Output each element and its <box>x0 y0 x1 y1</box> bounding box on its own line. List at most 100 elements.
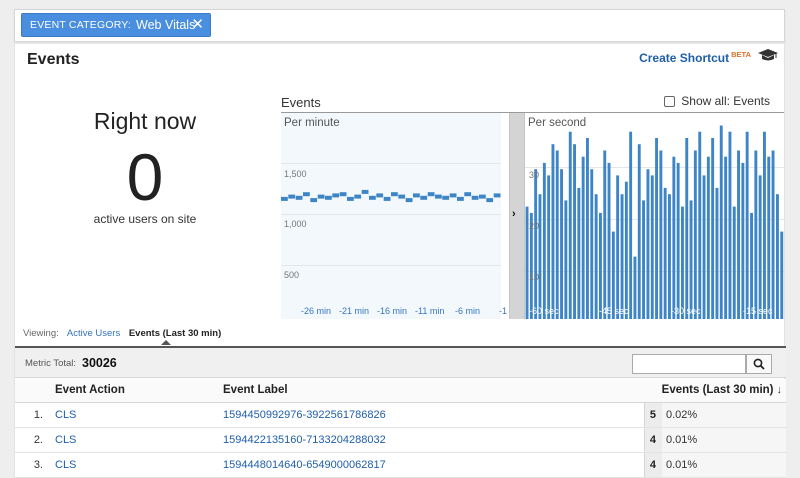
event-label-text[interactable]: 1594450992976-3922561786826 <box>223 409 386 421</box>
per-minute-point <box>464 192 472 197</box>
per-second-bar <box>663 187 667 319</box>
create-shortcut-link[interactable]: Create Shortcut BETA <box>639 50 751 65</box>
row-index: 3. <box>15 452 43 478</box>
per-minute-point <box>383 196 391 201</box>
search-button[interactable] <box>746 354 772 374</box>
per-second-bar <box>586 138 589 319</box>
per-second-bar <box>534 169 538 319</box>
per-second-bar <box>551 144 555 319</box>
event-action-link[interactable]: CLS <box>43 427 219 453</box>
active-users-option[interactable]: Active Users <box>67 328 120 339</box>
per-second-bar <box>685 138 689 319</box>
per-minute-point <box>332 193 340 198</box>
header-event-action[interactable]: Event Action <box>43 379 219 403</box>
events-section-label: Events <box>281 95 321 110</box>
filter-key: EVENT CATEGORY: <box>30 19 132 31</box>
x-tick-label: -16 min <box>377 306 408 316</box>
row-index: 1. <box>15 402 43 428</box>
table-row: 2. CLS 1594422135160-7133204288032 4 0.01% <box>15 427 786 453</box>
per-second-bar <box>629 131 633 319</box>
table-row: 3. CLS 1594448014640-6549000062817 4 0.01% <box>15 452 786 478</box>
main-panel: Events Create Shortcut BETA Right now 0 a… <box>14 44 786 478</box>
event-action-link[interactable]: CLS <box>43 452 219 478</box>
event-percent: 0.01% <box>662 452 786 478</box>
metric-total-value: 30026 <box>82 356 117 370</box>
per-second-bar <box>741 162 745 319</box>
per-second-bar <box>655 138 658 319</box>
per-minute-point <box>420 195 428 200</box>
per-minute-point <box>442 195 450 200</box>
per-second-bar <box>711 138 715 319</box>
beta-badge: BETA <box>731 50 751 59</box>
event-count: 5 <box>643 402 662 428</box>
event-action-text[interactable]: CLS <box>55 434 76 446</box>
per-second-bar <box>581 156 585 319</box>
per-second-bar <box>702 175 706 319</box>
per-second-bar <box>547 175 551 319</box>
event-percent: 0.01% <box>662 427 786 453</box>
header-events-label: Events (Last 30 min) <box>661 384 774 397</box>
filter-chip[interactable]: EVENT CATEGORY: Web Vitals ✕ <box>21 13 211 37</box>
per-second-bar <box>754 150 758 319</box>
active-tab-caret <box>161 340 171 345</box>
filter-value: Web Vitals <box>136 18 196 32</box>
close-icon[interactable]: ✕ <box>191 16 204 34</box>
graduation-cap-icon[interactable] <box>758 48 778 62</box>
per-second-bar <box>750 212 753 319</box>
per-minute-point <box>303 192 310 197</box>
event-label-link[interactable]: 1594450992976-3922561786826 <box>219 402 644 428</box>
per-minute-point <box>339 192 347 197</box>
show-all-checkbox[interactable] <box>664 95 676 107</box>
event-action-link[interactable]: CLS <box>43 402 219 428</box>
per-second-bar <box>758 175 762 319</box>
header-events-count[interactable]: Events (Last 30 min) ↓ <box>644 379 786 403</box>
x-tick-label: -26 min <box>301 306 332 316</box>
x-tick-label: -15 sec <box>743 306 773 316</box>
per-second-bar <box>715 187 719 319</box>
per-second-bar <box>607 162 611 319</box>
per-minute-point <box>486 198 494 203</box>
per-second-bar <box>771 150 775 319</box>
event-label-text[interactable]: 1594422135160-7133204288032 <box>223 434 386 446</box>
x-tick-label: -30 sec <box>671 306 701 316</box>
y-tick-label: 20 <box>529 221 540 231</box>
header-event-label[interactable]: Event Label <box>219 379 644 403</box>
event-label-text[interactable]: 1594448014640-6549000062817 <box>223 459 386 471</box>
event-action-text[interactable]: CLS <box>55 459 76 471</box>
per-second-bar <box>603 150 607 319</box>
per-second-bar <box>573 144 576 319</box>
per-minute-point <box>354 194 362 199</box>
metric-bar: Metric Total: 30026 <box>15 346 786 378</box>
per-second-bar <box>732 206 736 319</box>
event-action-text[interactable]: CLS <box>55 409 76 421</box>
per-second-bar <box>724 156 728 319</box>
per-second-bar <box>633 256 637 319</box>
y-tick-label: 10 <box>529 272 540 282</box>
viewing-selector: Viewing: Active Users Events (Last 30 mi… <box>23 328 227 339</box>
per-minute-point <box>435 194 442 199</box>
table-header-row: Event Action Event Label Events (Last 30… <box>15 379 786 403</box>
event-label-link[interactable]: 1594422135160-7133204288032 <box>219 427 644 453</box>
per-minute-point <box>405 198 413 203</box>
active-users-count: 0 <box>126 140 164 214</box>
per-second-bar <box>642 200 645 319</box>
per-second-bar <box>620 194 624 319</box>
per-minute-point <box>493 193 501 198</box>
filter-bar: EVENT CATEGORY: Web Vitals ✕ <box>14 9 785 42</box>
per-second-bar <box>763 131 766 319</box>
sort-down-icon: ↓ <box>776 384 783 397</box>
per-second-bar <box>681 206 684 319</box>
per-second-bar <box>698 131 702 319</box>
per-minute-plot <box>281 189 501 203</box>
x-tick-label: -11 min <box>415 306 445 316</box>
per-minute-point <box>449 193 457 198</box>
per-second-bar <box>728 131 732 319</box>
per-minute-point <box>281 196 288 201</box>
events-option[interactable]: Events (Last 30 min) <box>129 328 221 339</box>
event-label-link[interactable]: 1594448014640-6549000062817 <box>219 452 644 478</box>
table-search-input[interactable] <box>632 354 746 374</box>
per-second-bar <box>767 156 771 319</box>
per-second-bar <box>776 194 779 319</box>
show-all-toggle[interactable]: Show all: Events <box>664 94 770 108</box>
per-second-bar <box>672 156 676 319</box>
